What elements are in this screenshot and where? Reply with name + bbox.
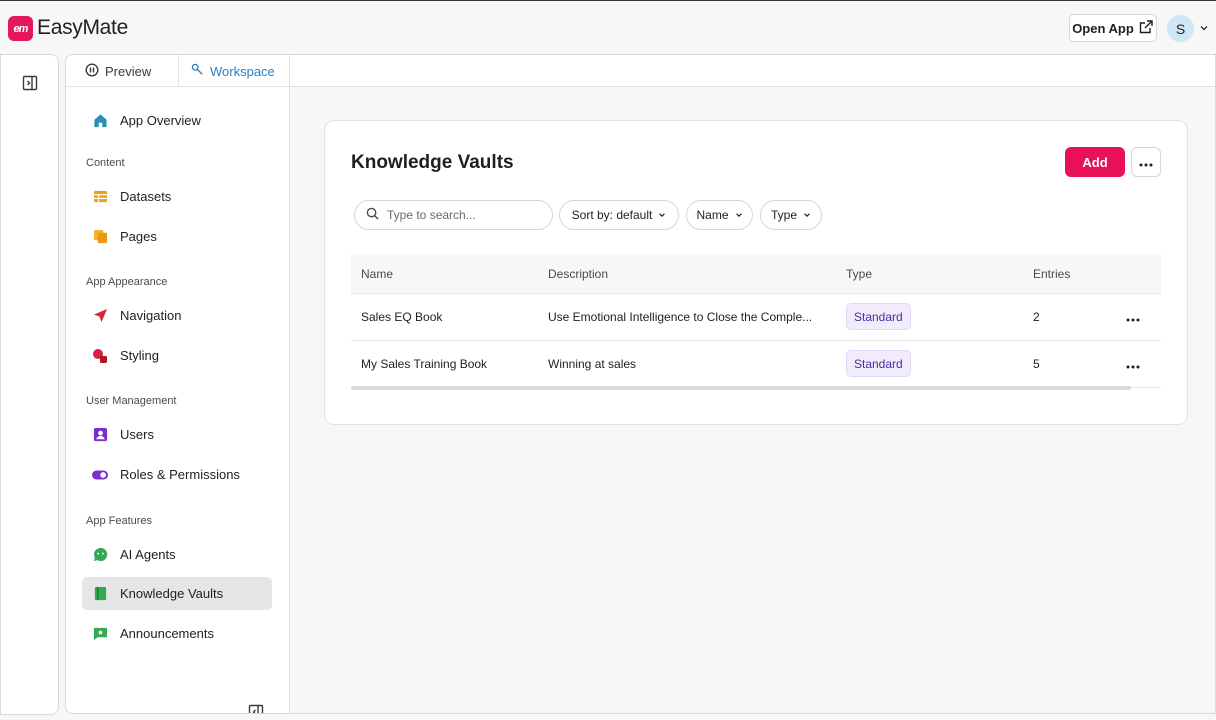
tab-bar: Preview Workspace xyxy=(66,55,1215,87)
palette-icon xyxy=(92,348,108,364)
pages-icon xyxy=(92,229,108,245)
sort-label: Sort by: default xyxy=(571,208,653,222)
app-logo-icon: em xyxy=(8,16,33,41)
section-label-user-management: User Management xyxy=(86,395,177,407)
sidebar-item-label: Roles & Permissions xyxy=(120,467,240,482)
tab-preview[interactable]: Preview xyxy=(73,55,178,87)
sidebar-item-label: Users xyxy=(120,427,154,442)
sidebar-item-label: Announcements xyxy=(120,626,214,641)
table-row[interactable]: My Sales Training Book Winning at sales … xyxy=(351,341,1161,388)
chat-bot-icon xyxy=(92,547,108,563)
left-rail xyxy=(0,54,59,715)
sidebar-item-roles-permissions[interactable]: Roles & Permissions xyxy=(82,458,272,491)
search-input[interactable] xyxy=(387,208,537,222)
chevron-down-icon xyxy=(735,208,743,222)
section-label-content: Content xyxy=(86,157,125,169)
chevron-down-icon xyxy=(658,208,666,222)
section-label-appearance: App Appearance xyxy=(86,276,168,288)
toggle-icon xyxy=(92,467,108,483)
user-avatar[interactable]: S xyxy=(1167,15,1194,42)
sidebar-item-label: AI Agents xyxy=(120,547,176,562)
row-description: Use Emotional Intelligence to Close the … xyxy=(548,310,813,324)
sidebar-item-users[interactable]: Users xyxy=(82,418,272,451)
row-name: Sales EQ Book xyxy=(361,310,443,324)
sidebar-item-label: Datasets xyxy=(120,189,172,204)
column-header-name[interactable]: Name xyxy=(361,267,393,281)
sort-dropdown[interactable]: Sort by: default xyxy=(559,200,679,230)
knowledge-vaults-card: Knowledge Vaults Add Sort by: default xyxy=(324,120,1188,425)
tab-preview-label: Preview xyxy=(105,63,152,79)
row-more-icon[interactable] xyxy=(1126,357,1140,372)
sidebar-item-styling[interactable]: Styling xyxy=(82,339,272,372)
row-entries: 5 xyxy=(1033,357,1040,371)
sidebar-item-datasets[interactable]: Datasets xyxy=(82,180,272,213)
sidebar-toggle-icon[interactable] xyxy=(22,75,38,94)
sidebar-item-ai-agents[interactable]: AI Agents xyxy=(82,538,272,571)
collapse-sidebar-icon[interactable] xyxy=(248,704,264,713)
sidebar: App Overview Content Datasets Pages App … xyxy=(66,87,290,713)
name-filter-label: Name xyxy=(696,208,729,222)
main-content: Knowledge Vaults Add Sort by: default xyxy=(290,87,1215,713)
type-badge: Standard xyxy=(846,350,911,377)
type-badge: Standard xyxy=(846,303,911,330)
column-header-entries[interactable]: Entries xyxy=(1033,267,1070,281)
chevron-down-icon[interactable] xyxy=(1199,21,1209,36)
chevron-down-icon xyxy=(803,208,811,222)
column-header-type[interactable]: Type xyxy=(846,267,872,281)
type-filter-label: Type xyxy=(770,208,797,222)
sidebar-item-label: App Overview xyxy=(120,113,201,128)
table-icon xyxy=(92,189,108,205)
more-options-button[interactable] xyxy=(1131,147,1161,177)
table-row[interactable]: Sales EQ Book Use Emotional Intelligence… xyxy=(351,294,1161,341)
horizontal-scrollbar[interactable] xyxy=(351,386,1131,390)
row-description: Winning at sales xyxy=(548,357,637,371)
sidebar-item-app-overview[interactable]: App Overview xyxy=(82,104,272,137)
top-bar: em EasyMate Open App S xyxy=(0,0,1216,54)
open-app-button[interactable]: Open App xyxy=(1069,14,1157,42)
open-app-label: Open App xyxy=(1072,20,1134,36)
book-icon xyxy=(92,586,108,602)
name-filter-dropdown[interactable]: Name xyxy=(686,200,753,230)
column-header-description[interactable]: Description xyxy=(548,267,608,281)
sidebar-item-label: Styling xyxy=(120,348,160,363)
sidebar-item-pages[interactable]: Pages xyxy=(82,220,272,253)
add-button[interactable]: Add xyxy=(1065,147,1125,177)
sidebar-item-label: Pages xyxy=(120,229,157,244)
wrench-icon xyxy=(191,63,204,79)
sidebar-item-navigation[interactable]: Navigation xyxy=(82,299,272,332)
section-label-app-features: App Features xyxy=(86,515,153,527)
search-box[interactable] xyxy=(354,200,553,230)
row-name: My Sales Training Book xyxy=(361,357,488,371)
sidebar-item-announcements[interactable]: Announcements xyxy=(82,617,272,650)
tab-workspace-label: Workspace xyxy=(210,63,275,79)
user-icon xyxy=(92,427,108,443)
search-icon xyxy=(366,207,379,223)
sidebar-item-label: Navigation xyxy=(120,308,182,323)
table-header: Name Description Type Entries xyxy=(351,254,1161,294)
page-title: Knowledge Vaults xyxy=(351,152,514,173)
external-link-icon xyxy=(1138,19,1154,38)
workspace-panel: Preview Workspace App Overview Content D… xyxy=(65,54,1216,714)
star-message-icon xyxy=(92,626,108,642)
tab-workspace[interactable]: Workspace xyxy=(178,55,290,87)
type-filter-dropdown[interactable]: Type xyxy=(760,200,822,230)
preview-icon xyxy=(85,62,99,80)
more-horizontal-icon xyxy=(1139,155,1153,170)
sidebar-item-label: Knowledge Vaults xyxy=(120,586,224,601)
send-arrow-icon xyxy=(92,308,108,324)
row-entries: 2 xyxy=(1033,310,1040,324)
row-more-icon[interactable] xyxy=(1126,310,1140,325)
home-icon xyxy=(92,113,108,129)
sidebar-item-knowledge-vaults[interactable]: Knowledge Vaults xyxy=(82,577,272,610)
app-name: EasyMate xyxy=(37,16,128,39)
